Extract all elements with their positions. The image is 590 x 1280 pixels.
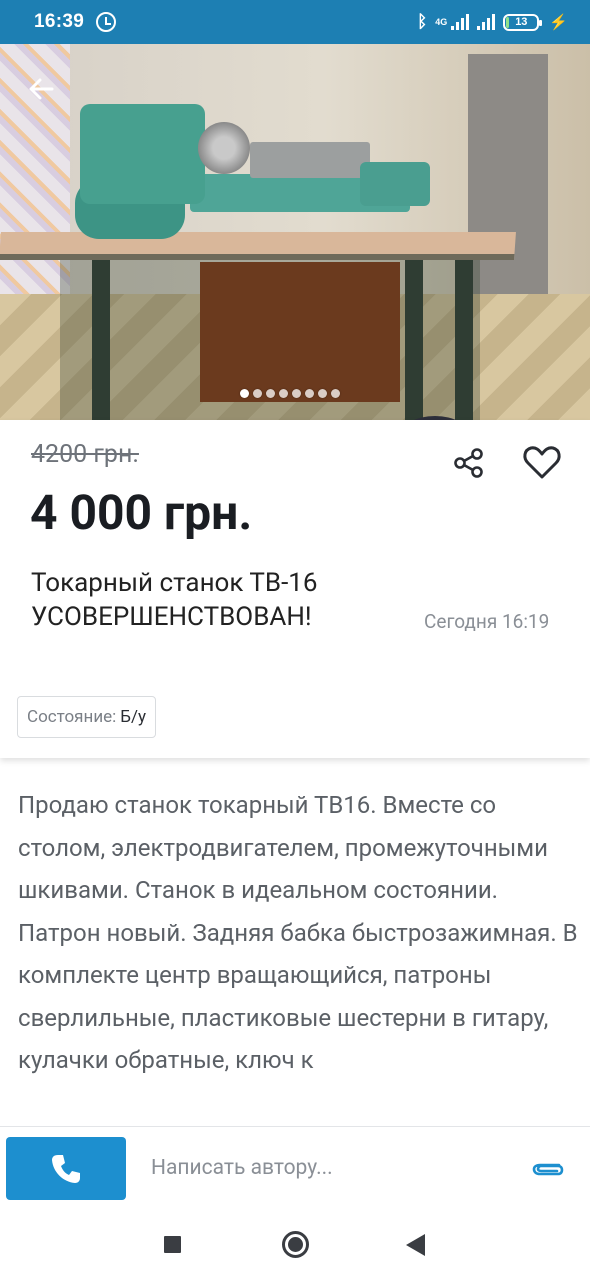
arrow-left-icon[interactable] — [26, 74, 56, 104]
back-icon[interactable] — [406, 1234, 425, 1256]
signal-icon-2 — [477, 14, 496, 30]
photo-table-leg — [455, 254, 473, 420]
condition-badge: Состояние: Б/у — [17, 696, 157, 738]
photo-table-leg — [92, 254, 110, 420]
network-type-label: 4G — [435, 16, 448, 27]
listing-title: Токарный станок ТВ-16 УСОВЕРШЕНСТВОВАН! — [31, 568, 318, 632]
status-bar: 16:39 ᛒ 4G 13 ⚡ — [0, 0, 590, 44]
status-icons: ᛒ 4G 13 ⚡ — [417, 12, 568, 32]
bluetooth-icon: ᛒ — [417, 12, 428, 31]
gallery-dot — [318, 389, 327, 398]
alarm-icon — [96, 12, 117, 32]
gallery-pagination — [240, 389, 340, 398]
photo-table-top — [0, 232, 516, 260]
gallery-dot — [331, 389, 340, 398]
gallery-dot — [279, 389, 288, 398]
gallery-dot — [292, 389, 301, 398]
listing-photo[interactable] — [0, 44, 590, 420]
gallery-dot-active — [240, 389, 249, 398]
condition-label: Состояние: — [27, 707, 117, 727]
share-icon[interactable] — [452, 446, 486, 480]
photo-cabinet — [200, 262, 400, 402]
listing-info-card: 4200 грн. 4 000 грн. Токарный станок ТВ-… — [0, 420, 590, 758]
listing-description: Продаю станок токарный ТВ16. Вместе со с… — [18, 791, 578, 1074]
gallery-dot — [266, 389, 275, 398]
battery-icon: 13 — [503, 13, 543, 31]
battery-fill — [506, 16, 510, 28]
gallery-dot — [305, 389, 314, 398]
price: 4 000 грн. — [30, 484, 253, 541]
recent-apps-icon[interactable] — [164, 1236, 181, 1253]
battery-level: 13 — [515, 16, 528, 28]
call-button[interactable] — [6, 1137, 126, 1200]
favorite-heart-icon[interactable] — [522, 442, 562, 482]
charging-icon: ⚡ — [549, 14, 568, 31]
paperclip-icon[interactable] — [531, 1157, 565, 1179]
contact-bar: Написать автору... — [0, 1126, 590, 1210]
phone-icon — [52, 1154, 80, 1183]
home-icon[interactable] — [282, 1231, 309, 1258]
condition-value: Б/у — [120, 707, 147, 727]
old-price: 4200 грн. — [31, 440, 139, 469]
photo-table-leg — [405, 254, 423, 420]
signal-icon — [451, 14, 470, 30]
status-time: 16:39 — [34, 11, 85, 32]
photo-lathe-chuck — [198, 122, 250, 174]
photo-lathe-carriage — [250, 142, 370, 178]
photo-lathe-headstock — [80, 104, 205, 204]
system-nav-bar — [0, 1210, 590, 1280]
message-input[interactable]: Написать автору... — [151, 1156, 333, 1180]
gallery-dot — [253, 389, 262, 398]
listing-date: Сегодня 16:19 — [424, 610, 550, 633]
photo-lathe-tailstock — [360, 162, 430, 206]
